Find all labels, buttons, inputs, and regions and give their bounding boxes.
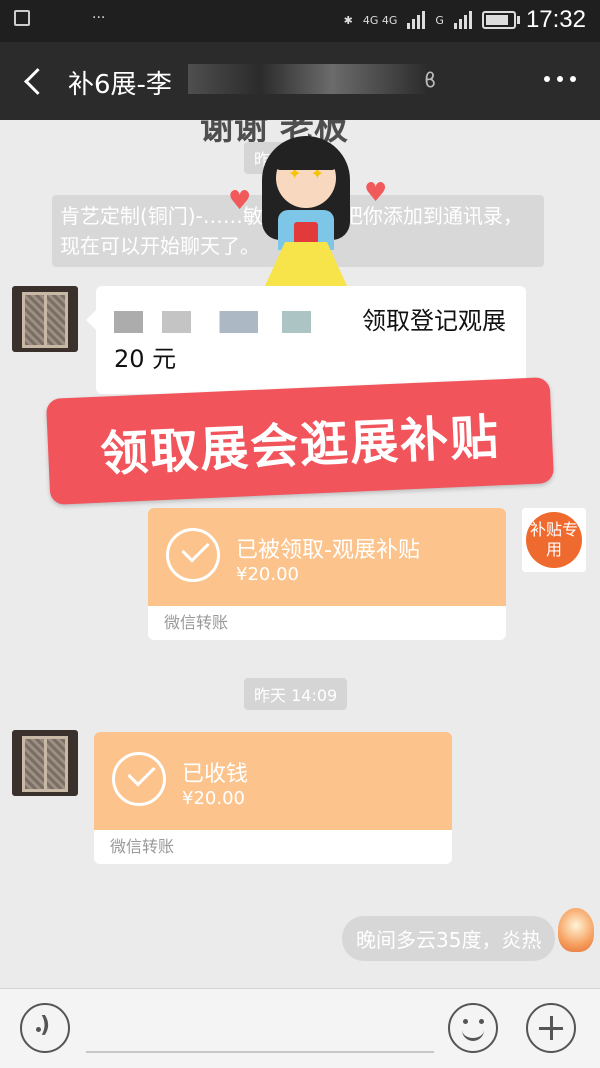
- chat-header: 补6展-李 ϐ: [0, 42, 600, 120]
- battery-icon: [481, 11, 520, 29]
- redacted-text: [114, 311, 354, 333]
- timestamp-middle: 昨天 14:09: [244, 678, 348, 710]
- emoji-icon[interactable]: [448, 1003, 498, 1053]
- status-bar: ··· ✱ 4G 4G G 17:32: [0, 0, 600, 42]
- app-grid-icon: [66, 10, 82, 26]
- more-notifications-icon: ···: [92, 10, 106, 26]
- subsidy-logo-text: 补贴专用: [529, 520, 578, 559]
- redacted-name: [188, 64, 428, 94]
- contact-avatar[interactable]: [12, 730, 78, 796]
- promo-banner-text: 领取展会逛展补贴: [99, 409, 502, 483]
- voice-icon[interactable]: [20, 1003, 70, 1053]
- transfer-amount: ¥20.00: [182, 788, 245, 809]
- input-bar: [0, 988, 600, 1068]
- signal-strength-icon-2: [453, 11, 472, 29]
- transfer-title: 已被领取-观展补贴: [236, 538, 420, 563]
- network-type-label-2: G: [435, 13, 444, 27]
- check-circle-icon: [166, 528, 220, 582]
- image-notification-icon: [14, 10, 30, 26]
- self-avatar[interactable]: 补贴专用: [522, 508, 586, 572]
- transfer-card-received[interactable]: 已收钱 ¥20.00 微信转账: [94, 732, 452, 864]
- transfer-amount: ¥20.00: [236, 564, 299, 585]
- heart-icon: ♥: [228, 186, 252, 216]
- transfer-card-sent[interactable]: 已被领取-观展补贴 ¥20.00 微信转账: [148, 508, 506, 640]
- incoming-message-bubble[interactable]: 领取登记观展 20 元: [86, 286, 526, 394]
- bluetooth-icon: ✱: [343, 13, 353, 27]
- sky-lantern-icon: [558, 908, 594, 952]
- transfer-footer: 微信转账: [110, 837, 175, 856]
- status-time: 17:32: [525, 6, 586, 33]
- message-input[interactable]: [86, 1051, 434, 1053]
- contact-avatar[interactable]: [12, 286, 78, 352]
- transfer-title: 已收钱: [182, 762, 249, 787]
- heart-icon: ♥: [364, 178, 388, 208]
- red-envelope-icon: [294, 222, 318, 244]
- app-grid-icon: [40, 10, 56, 26]
- check-circle-icon: [112, 752, 166, 806]
- subsidy-logo: 补贴专用: [526, 512, 582, 568]
- promo-banner: 领取展会逛展补贴: [45, 377, 555, 505]
- outgoing-message-bubble[interactable]: 晚间多云35度，炎热: [342, 916, 556, 961]
- network-type-label: 4G 4G: [362, 13, 398, 27]
- chat-title: 补6展-李: [68, 70, 172, 100]
- plus-icon[interactable]: [526, 1003, 576, 1053]
- signal-strength-icon: [407, 11, 426, 29]
- girl-sticker-image: [258, 130, 354, 290]
- back-chevron-icon[interactable]: [20, 64, 54, 98]
- earpiece-mode-icon: ϐ: [424, 68, 437, 92]
- chat-area[interactable]: 谢谢 老板 昨天 肯艺定制(铜门)-……敏相承刚刚把你添加到通讯录，现在可以开始…: [0, 120, 600, 988]
- notification-icons: ···: [14, 10, 105, 26]
- more-dots-icon[interactable]: [544, 76, 576, 82]
- transfer-footer: 微信转账: [164, 613, 229, 632]
- system-status: ✱ 4G 4G G 17:32: [344, 6, 586, 34]
